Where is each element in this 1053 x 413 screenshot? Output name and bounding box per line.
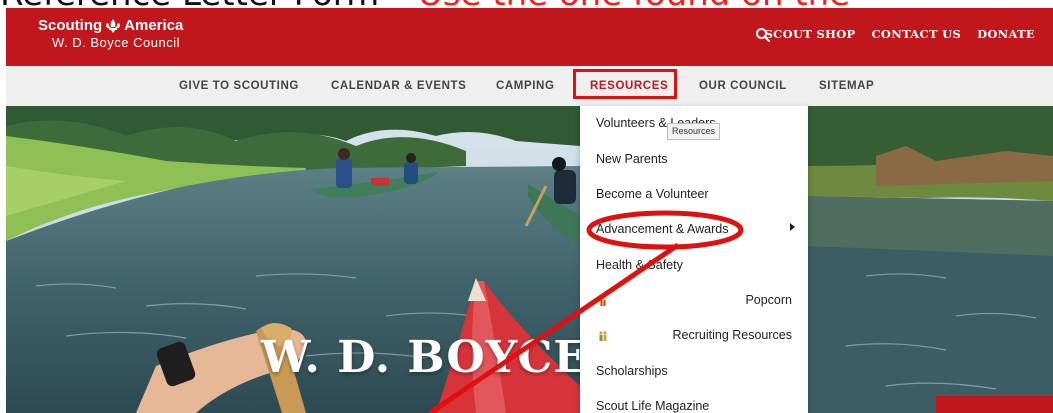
submenu-arrow-icon — [790, 223, 795, 231]
corner-widget[interactable] — [936, 396, 1053, 413]
slide-caption: Reference Letter Form – Use the one foun… — [0, 0, 1053, 14]
logo-brand: Scouting America — [38, 17, 183, 34]
nav-sitemap[interactable]: SITEMAP — [819, 66, 874, 106]
contact-us-link[interactable]: CONTACT US — [871, 27, 961, 41]
nav-camping[interactable]: CAMPING — [496, 66, 555, 106]
menu-item-recruiting-resources[interactable]: Recruiting Resources — [673, 328, 793, 342]
nav-our-council[interactable]: OUR COUNCIL — [699, 66, 787, 106]
scout-shop-link[interactable]: SCOUT SHOP — [765, 27, 856, 41]
nav-calendar-events[interactable]: CALENDAR & EVENTS — [331, 66, 466, 106]
site-logo[interactable]: Scouting America W. D. Boyce Council — [38, 17, 183, 52]
site-header: Scouting America W. D. Boyce Council SCO… — [6, 8, 1053, 66]
main-nav: GIVE TO SCOUTING CALENDAR & EVENTS CAMPI… — [6, 66, 1053, 107]
popcorn-icon — [599, 296, 607, 306]
menu-item-health-safety[interactable]: Health & Safety — [596, 258, 683, 272]
menu-item-new-parents[interactable]: New Parents — [596, 152, 668, 166]
resources-dropdown-menu: Volunteers & Leaders New Parents Become … — [580, 106, 808, 413]
menu-item-become-volunteer[interactable]: Become a Volunteer — [596, 187, 709, 201]
nav-give-to-scouting[interactable]: GIVE TO SCOUTING — [179, 66, 299, 106]
logo-word-america: America — [124, 17, 184, 34]
recruiting-people-icon — [599, 331, 607, 341]
fleur-de-lis-icon — [106, 18, 120, 33]
menu-item-popcorn[interactable]: Popcorn — [745, 293, 792, 307]
menu-item-scout-life-magazine[interactable]: Scout Life Magazine — [596, 399, 709, 413]
annotation-box-resources — [573, 69, 677, 99]
menu-item-scholarships[interactable]: Scholarships — [596, 364, 668, 378]
top-links: SCOUT SHOP CONTACT US DONATE — [765, 27, 1035, 41]
logo-word-scouting: Scouting — [38, 17, 103, 34]
resources-tooltip: Resources — [667, 123, 721, 140]
hero-title: W. D. BOYCE — [261, 332, 588, 383]
logo-council-name: W. D. Boyce Council — [52, 35, 180, 50]
annotation-ellipse — [586, 210, 744, 250]
hero-banner: W. D. BOYCE — [6, 106, 1053, 413]
donate-link[interactable]: DONATE — [977, 27, 1035, 41]
